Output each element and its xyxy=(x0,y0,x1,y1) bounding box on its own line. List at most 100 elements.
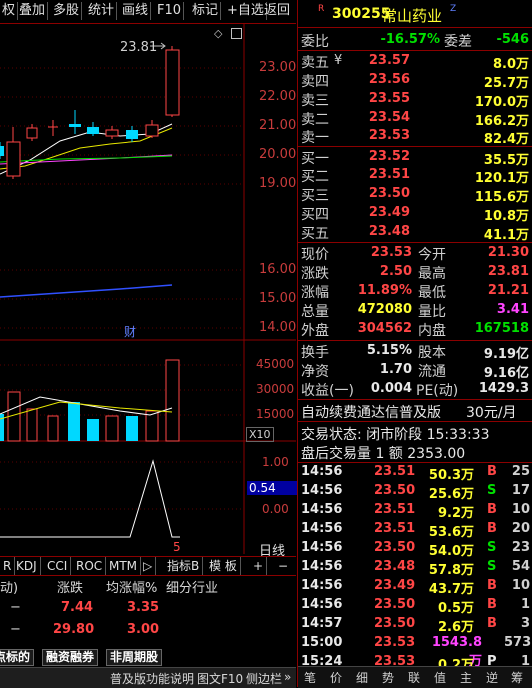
volume-ratio: 3.41 xyxy=(496,302,529,317)
price-axis-tick: 20.00 xyxy=(259,147,297,162)
stat-label: 内盘 xyxy=(418,323,446,339)
sector-row-change: 7.44 xyxy=(61,600,94,615)
status-bar: 普及版功能说明 图文F10 侧边栏 » xyxy=(0,667,296,688)
tick-row: 14:56 23.50 0.5万 B 1 xyxy=(301,597,530,616)
price-axis-tick: 21.00 xyxy=(259,118,297,133)
toolbar-f10[interactable]: F10 xyxy=(155,2,185,20)
tab-non-cyclical[interactable]: 非周期股 xyxy=(106,649,163,666)
sector-row-avg: 3.00 xyxy=(127,622,160,637)
tab-remove[interactable]: − xyxy=(275,557,291,575)
tab-hot-targets[interactable]: 热点标的 xyxy=(0,649,35,666)
tab-reverse[interactable]: 逆 xyxy=(486,669,498,686)
tab-indicator-roc[interactable]: ROC xyxy=(73,557,107,575)
fund-label: 流通 xyxy=(418,364,446,380)
volume-axis-tick: 15000 xyxy=(256,407,295,421)
stat-label: 最低 xyxy=(418,285,446,301)
sector-header[interactable]: 涨跌 xyxy=(57,577,83,596)
promo-text[interactable]: 自动续费通达信普及版 xyxy=(301,402,441,422)
tick-row: 15:00 23.53 1543.8万 573 xyxy=(301,635,532,669)
tab-value[interactable]: 值 xyxy=(434,669,446,686)
sell-5-label: 卖五 xyxy=(301,55,329,71)
stat-label: 今开 xyxy=(418,247,446,263)
buy-3-label: 买三 xyxy=(301,188,329,204)
toolbar-drawing[interactable]: 画线 xyxy=(120,2,152,20)
tick-row: 14:56 23.49 43.7万 B 10 xyxy=(301,578,530,597)
fund-label: 净资 xyxy=(301,364,329,380)
sector-header[interactable]: 细分行业 xyxy=(166,577,218,596)
toolbar-multi-stock[interactable]: 多股 xyxy=(51,2,83,20)
weibi-value: -16.57% xyxy=(380,32,440,47)
volume-axis-tick: 30000 xyxy=(256,382,295,396)
indicator-marker: 5 xyxy=(173,540,181,554)
high-price-label: 23.81 xyxy=(120,40,158,55)
tab-indicator-kdj[interactable]: KDJ xyxy=(13,557,41,575)
toolbar-overlay[interactable]: 叠加 xyxy=(17,2,49,20)
weicha-value: -546 xyxy=(496,32,529,47)
toolbar-back[interactable]: 返回 xyxy=(262,2,292,20)
tab-indicator-cci[interactable]: CCI xyxy=(44,557,72,575)
stat-label: 涨幅 xyxy=(301,285,329,301)
tab-template[interactable]: 模 板 xyxy=(206,557,241,575)
price-axis-tick: 22.00 xyxy=(259,89,297,104)
buy-4-label: 买四 xyxy=(301,207,329,223)
sell-4-price: 23.56 xyxy=(368,72,410,87)
tick-row: 14:57 23.50 2.6万 B 3 xyxy=(301,616,530,635)
chart-toolbar: 权 叠加 多股 统计 画线 F10 标记 +自选 返回 xyxy=(0,0,296,24)
kline-chart-area[interactable]: 23.81 财 23.00 22.00 21.00 20.00 19.00 16… xyxy=(0,24,298,559)
price-axis-tick: 15.00 xyxy=(259,291,297,306)
toolbar-add-watchlist[interactable]: +自选 xyxy=(225,2,267,20)
kline-svg xyxy=(0,24,296,554)
buy-5-label: 买五 xyxy=(301,226,329,242)
buy-2-volume: 120.1万 xyxy=(474,171,529,186)
high-price: 23.81 xyxy=(487,264,529,279)
tab-related[interactable]: 联 xyxy=(408,669,420,686)
tick-row: 14:56 23.51 50.3万 B 25 xyxy=(301,464,530,483)
f10-link[interactable]: 图文F10 xyxy=(197,670,243,687)
tab-ticks[interactable]: 笔 xyxy=(304,669,316,686)
toolbar-rights[interactable]: 权 xyxy=(0,2,19,20)
weicha-label: 委差 xyxy=(444,34,472,50)
pe-ratio: 1429.3 xyxy=(478,381,529,396)
tab-price[interactable]: 价 xyxy=(330,669,342,686)
sell-5-volume: 8.0万 xyxy=(492,57,529,72)
fund-label: 股本 xyxy=(418,345,446,361)
tab-scroll-right[interactable]: ▷ xyxy=(140,557,157,575)
price-axis-tick: 14.00 xyxy=(259,320,297,335)
sector-header[interactable]: 均涨幅% xyxy=(106,577,157,596)
current-price: 23.53 xyxy=(370,245,412,260)
stat-label: 现价 xyxy=(301,247,329,263)
sell-4-label: 卖四 xyxy=(301,74,329,90)
stat-label: 外盘 xyxy=(301,323,329,339)
tab-detail[interactable]: 细 xyxy=(356,669,368,686)
tick-row: 14:56 23.48 57.8万 S 54 xyxy=(301,559,530,578)
finance-marker[interactable]: 财 xyxy=(124,323,136,340)
promo-price[interactable]: 30元/月 xyxy=(466,402,517,422)
stat-label: 量比 xyxy=(418,304,446,320)
tab-add[interactable]: + xyxy=(250,557,268,575)
help-link[interactable]: 普及版功能说明 xyxy=(110,670,194,687)
price-change: 2.50 xyxy=(379,264,412,279)
earnings: 0.004 xyxy=(370,381,412,396)
stat-label: 最高 xyxy=(418,266,446,282)
fund-label: 换手 xyxy=(301,345,329,361)
tab-margin-trading[interactable]: 融资融券 xyxy=(42,649,99,666)
volume-axis-tick: 45000 xyxy=(256,357,295,371)
price-axis-tick: 16.00 xyxy=(259,262,297,277)
sell-3-price: 23.55 xyxy=(368,91,410,106)
indicator-current-value: 0.54 xyxy=(247,481,298,495)
sell-2-volume: 166.2万 xyxy=(474,114,529,129)
sector-header[interactable]: 动) xyxy=(0,577,18,596)
tab-indicator-mtm[interactable]: MTM xyxy=(106,557,142,575)
tab-main[interactable]: 主 xyxy=(460,669,472,686)
more-icon[interactable]: » xyxy=(284,670,291,684)
toolbar-mark[interactable]: 标记 xyxy=(190,2,222,20)
weibi-label: 委比 xyxy=(301,34,329,50)
tab-chips[interactable]: 筹 xyxy=(511,669,523,686)
low-price: 21.21 xyxy=(487,283,529,298)
toolbar-statistics[interactable]: 统计 xyxy=(86,2,118,20)
tab-trend[interactable]: 势 xyxy=(382,669,394,686)
sidebar-toggle[interactable]: 侧边栏 xyxy=(246,670,282,687)
tab-indicator-b[interactable]: 指标B xyxy=(164,557,204,575)
bottom-category-tabs: 热点标的 融资融券 非周期股 xyxy=(0,648,296,666)
sell-2-price: 23.54 xyxy=(368,110,410,125)
